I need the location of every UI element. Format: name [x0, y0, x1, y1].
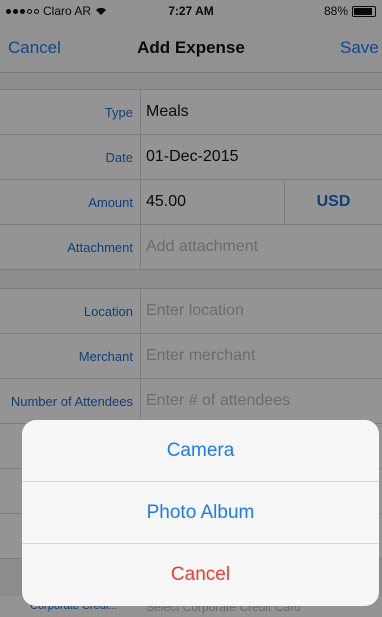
sheet-cancel-button[interactable]: Cancel — [22, 544, 379, 606]
screen: Claro AR 7:27 AM 88% Cancel Add Expense … — [0, 0, 382, 617]
photo-album-button[interactable]: Photo Album — [22, 482, 379, 544]
action-sheet: Camera Photo Album Cancel — [22, 420, 379, 606]
camera-button[interactable]: Camera — [22, 420, 379, 482]
